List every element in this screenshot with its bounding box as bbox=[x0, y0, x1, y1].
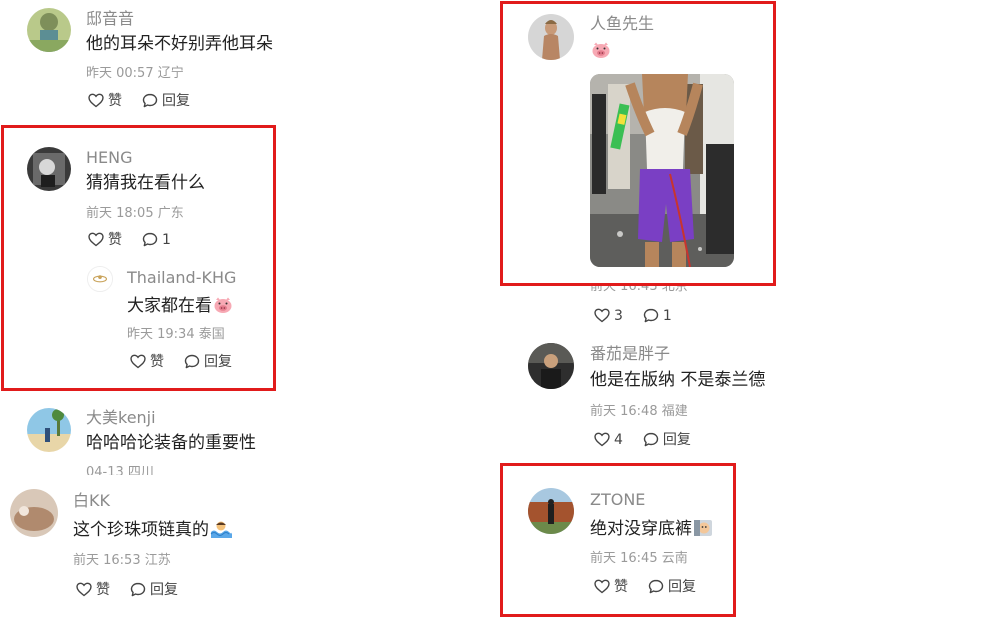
comment-text-content: 大家都在看 bbox=[127, 296, 212, 316]
comment-meta: 前天 16:48 福建 bbox=[590, 404, 688, 419]
comment-text: 他的耳朵不好别弄他耳朵 bbox=[86, 34, 273, 54]
reply-button[interactable]: 回复 bbox=[184, 354, 232, 369]
comment-actions: 赞 回复 bbox=[88, 93, 210, 108]
comment-actions: 赞 回复 bbox=[130, 354, 252, 369]
comment-actions: 赞 1 bbox=[88, 232, 191, 247]
heart-outline-icon bbox=[88, 93, 104, 108]
comment-feed: 邸音音 他的耳朵不好别弄他耳朵 昨天 00:57 辽宁 赞 回复 HENG 猜猜… bbox=[0, 0, 1000, 623]
reply-button[interactable]: 1 bbox=[142, 232, 171, 247]
reply-label: 回复 bbox=[662, 431, 691, 448]
pig-face-emoji bbox=[591, 41, 611, 63]
avatar[interactable] bbox=[528, 343, 574, 389]
comment-emoji-line bbox=[590, 41, 611, 63]
reply-label: 回复 bbox=[668, 578, 696, 595]
like-button[interactable]: 赞 bbox=[88, 232, 122, 247]
avatar[interactable] bbox=[87, 266, 113, 292]
comment-actions: 赞 回复 bbox=[76, 582, 198, 597]
like-button[interactable]: 赞 bbox=[76, 582, 110, 597]
avatar[interactable] bbox=[10, 489, 58, 537]
pig-face-emoji bbox=[213, 296, 233, 318]
speech-bubble-icon bbox=[648, 579, 664, 594]
like-button[interactable]: 赞 bbox=[594, 579, 628, 594]
commenter-name[interactable]: ZTONE bbox=[590, 492, 645, 508]
comment-text: 他是在版纳 不是泰兰德 bbox=[590, 370, 766, 390]
heart-outline-icon bbox=[594, 579, 610, 594]
like-button[interactable]: 赞 bbox=[130, 354, 164, 369]
commenter-name[interactable]: 番茄是胖子 bbox=[590, 346, 670, 362]
commenter-name[interactable]: 邸音音 bbox=[86, 11, 134, 27]
comment-text: 猜猜我在看什么 bbox=[86, 173, 205, 193]
reply-button[interactable]: 回复 bbox=[130, 582, 178, 597]
comment-actions: 3 1 bbox=[594, 308, 692, 323]
comment-meta: 前天 16:43 北京 bbox=[590, 284, 688, 293]
comment-text: 哈哈哈论装备的重要性 bbox=[86, 433, 256, 453]
avatar[interactable] bbox=[528, 488, 574, 534]
like-button[interactable]: 3 bbox=[594, 308, 623, 323]
like-button[interactable]: 赞 bbox=[88, 93, 122, 108]
swimming-emoji bbox=[210, 520, 232, 542]
comment-meta: 前天 16:53 江苏 bbox=[73, 553, 171, 568]
comment-text: 大家都在看 bbox=[127, 296, 233, 318]
speech-bubble-icon bbox=[184, 354, 200, 369]
comment-meta: 前天 18:05 广东 bbox=[86, 206, 184, 221]
like-label: 赞 bbox=[150, 353, 164, 370]
commenter-name[interactable]: Thailand-KHG bbox=[127, 270, 236, 286]
like-button[interactable]: 4 bbox=[594, 432, 623, 447]
like-label: 赞 bbox=[108, 92, 122, 109]
comment-meta: 前天 16:45 云南 bbox=[590, 551, 688, 566]
reply-count: 1 bbox=[162, 231, 171, 248]
comment-meta: 04-13 四川 bbox=[86, 466, 154, 475]
avatar[interactable] bbox=[27, 408, 71, 452]
commenter-name[interactable]: 大美kenji bbox=[86, 410, 156, 426]
comment-meta-clip: 前天 16:43 北京 bbox=[590, 284, 710, 293]
commenter-name[interactable]: 白KK bbox=[73, 493, 110, 509]
reply-count: 1 bbox=[662, 307, 672, 324]
heart-outline-icon bbox=[594, 432, 610, 447]
reply-button[interactable]: 回复 bbox=[648, 579, 696, 594]
heart-outline-icon bbox=[594, 308, 610, 323]
commenter-name[interactable]: 人鱼先生 bbox=[590, 16, 654, 32]
like-count: 3 bbox=[614, 307, 623, 324]
like-label: 赞 bbox=[108, 231, 122, 248]
like-label: 赞 bbox=[96, 581, 110, 598]
comment-meta: 昨天 19:34 泰国 bbox=[127, 327, 225, 342]
heart-outline-icon bbox=[88, 232, 104, 247]
speech-bubble-icon bbox=[643, 308, 659, 323]
reply-label: 回复 bbox=[150, 581, 178, 598]
speech-bubble-icon bbox=[130, 582, 146, 597]
reply-label: 回复 bbox=[162, 92, 190, 109]
like-label: 赞 bbox=[614, 578, 628, 595]
reply-button[interactable]: 1 bbox=[643, 308, 672, 323]
comment-actions: 4 回复 bbox=[594, 432, 711, 447]
avatar[interactable] bbox=[27, 147, 71, 191]
comment-actions: 赞 回复 bbox=[594, 579, 716, 594]
speech-bubble-icon bbox=[643, 432, 659, 447]
comment-photo[interactable] bbox=[590, 74, 734, 267]
comment-text-content: 这个珍珠项链真的 bbox=[73, 520, 209, 540]
comment-text-content: 绝对没穿底裤 bbox=[590, 519, 692, 539]
avatar[interactable] bbox=[528, 14, 574, 60]
commenter-name[interactable]: HENG bbox=[86, 150, 133, 166]
like-count: 4 bbox=[614, 431, 623, 448]
speech-bubble-icon bbox=[142, 232, 158, 247]
reply-label: 回复 bbox=[204, 353, 232, 370]
avatar[interactable] bbox=[27, 8, 71, 52]
comment-meta: 昨天 00:57 辽宁 bbox=[86, 66, 184, 81]
peeking-emoji bbox=[693, 519, 713, 541]
comment-text: 这个珍珠项链真的 bbox=[73, 520, 232, 542]
comment-meta-clip: 04-13 四川 bbox=[86, 466, 206, 475]
speech-bubble-icon bbox=[142, 93, 158, 108]
heart-outline-icon bbox=[76, 582, 92, 597]
reply-button[interactable]: 回复 bbox=[142, 93, 190, 108]
reply-button[interactable]: 回复 bbox=[643, 432, 691, 447]
comment-text: 绝对没穿底裤 bbox=[590, 519, 713, 541]
heart-outline-icon bbox=[130, 354, 146, 369]
